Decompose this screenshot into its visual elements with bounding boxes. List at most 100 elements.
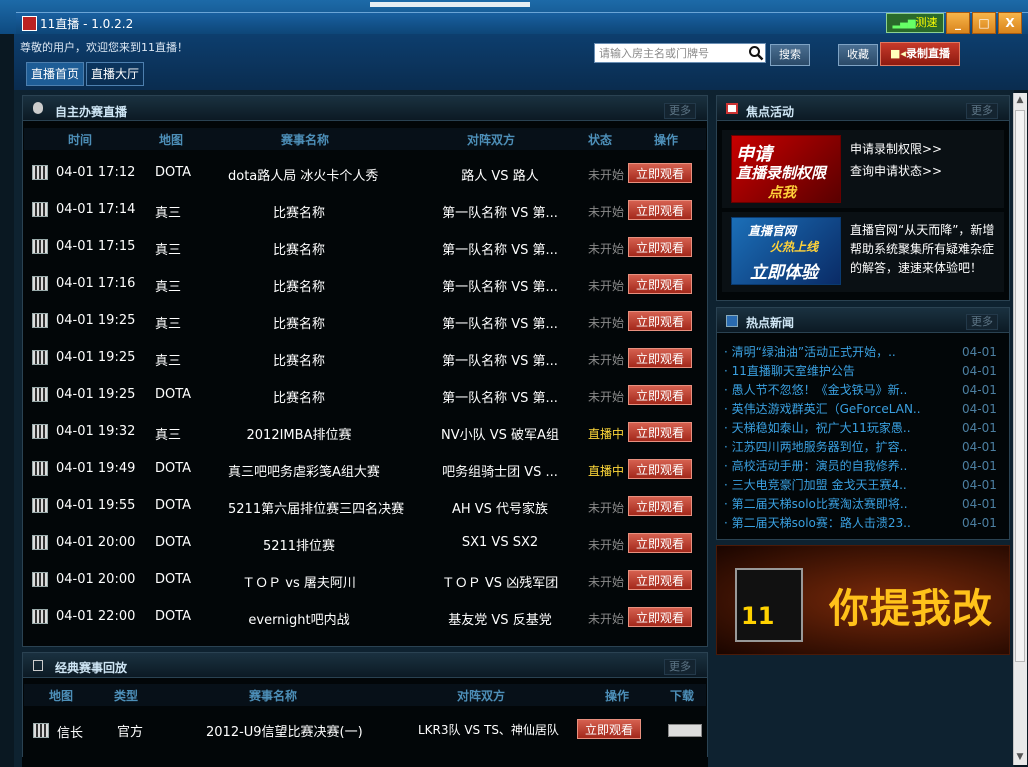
watch-now-button[interactable]: 立即观看 <box>628 385 692 405</box>
replay-col-action: 操作 <box>605 689 630 703</box>
watch-now-button[interactable]: 立即观看 <box>628 348 692 368</box>
film-icon <box>32 461 48 476</box>
watch-now-button[interactable]: 立即观看 <box>628 607 692 627</box>
news-date: 04-01 <box>962 459 997 473</box>
rss-icon <box>726 315 738 327</box>
col-map: 地图 <box>159 133 184 147</box>
film-icon <box>32 609 48 624</box>
speed-test-button[interactable]: ▂▄▆测速 <box>886 13 944 33</box>
news-item[interactable]: · 高校活动手册：演员的自我修养.. <box>724 457 924 474</box>
search-input[interactable]: 请输入房主名或门牌号 <box>594 43 766 63</box>
row-event-name: 比赛名称 <box>272 354 325 369</box>
scroll-down-arrow[interactable]: ▼ <box>1014 752 1026 764</box>
row-map: DOTA <box>155 461 192 476</box>
microphone-icon <box>33 102 43 114</box>
maximize-button[interactable]: □ <box>972 12 996 34</box>
row-status: 未开始 <box>588 501 625 515</box>
news-date: 04-01 <box>962 478 997 492</box>
row-status: 未开始 <box>588 316 625 330</box>
watch-now-button[interactable]: 立即观看 <box>628 570 692 590</box>
watch-now-button[interactable]: 立即观看 <box>628 311 692 331</box>
film-icon <box>33 723 49 738</box>
col-teams: 对阵双方 <box>467 133 516 147</box>
replay-more-link[interactable]: 更多 <box>664 659 696 675</box>
col-status: 状态 <box>588 133 613 147</box>
film-icon <box>32 498 48 513</box>
row-map: DOTA <box>155 572 192 587</box>
search-icon[interactable] <box>748 45 764 61</box>
hot-news-more-link[interactable]: 更多 <box>966 314 998 330</box>
replay-map: 信长 <box>57 726 84 741</box>
news-date: 04-01 <box>962 440 997 454</box>
replay-type: 官方 <box>117 725 144 740</box>
row-map: 真三 <box>155 243 182 258</box>
news-date: 04-01 <box>962 364 997 378</box>
watch-now-button[interactable]: 立即观看 <box>628 422 692 442</box>
row-status: 未开始 <box>588 353 625 367</box>
watch-now-button[interactable]: 立即观看 <box>628 274 692 294</box>
watch-now-button[interactable]: 立即观看 <box>628 237 692 257</box>
row-teams: 基友党 VS 反基党 <box>448 613 552 628</box>
official-site-banner[interactable]: 直播官网 火热上线 立即体验 <box>731 217 841 285</box>
row-map: DOTA <box>155 387 192 402</box>
row-status: 未开始 <box>588 612 625 626</box>
row-time: 04-01 20:00 <box>56 572 136 587</box>
row-map: 真三 <box>155 280 182 295</box>
news-item[interactable]: · 三大电竞豪门加盟 金戈天王赛4.. <box>724 476 924 493</box>
record-permission-banner[interactable]: 申请 直播录制权限 点我 <box>731 135 841 203</box>
download-icon[interactable] <box>668 724 702 737</box>
news-item[interactable]: · 第二届天梯solo比赛淘汰赛即将.. <box>724 495 924 512</box>
row-event-name: 比赛名称 <box>272 317 325 332</box>
search-button[interactable]: 搜索 <box>770 44 810 66</box>
news-date: 04-01 <box>962 516 997 530</box>
tab-live-hall[interactable]: 直播大厅 <box>86 62 145 86</box>
watch-now-button[interactable]: 立即观看 <box>628 163 692 183</box>
news-item[interactable]: · 英伟达游戏群英汇（GeForceLAN.. <box>724 400 924 417</box>
news-item[interactable]: · 11直播聊天室维护公告 <box>724 362 924 379</box>
film-icon <box>32 239 48 254</box>
row-status: 未开始 <box>588 538 625 552</box>
news-item[interactable]: · 天梯稳如泰山，祝广大11玩家愚.. <box>724 419 924 436</box>
welcome-text: 尊敬的用户，欢迎您来到11直播！ <box>20 41 188 54</box>
scroll-thumb[interactable] <box>1015 110 1025 662</box>
watch-now-button[interactable]: 立即观看 <box>628 200 692 220</box>
scroll-up-arrow[interactable]: ▲ <box>1014 95 1026 107</box>
row-teams: 第一队名称 VS 第... <box>442 391 558 406</box>
ad-banner[interactable]: 11 你提我改 <box>716 545 1010 655</box>
row-time: 04-01 17:12 <box>56 165 136 180</box>
news-item[interactable]: · 江苏四川两地服务器到位，扩容.. <box>724 438 924 455</box>
row-teams: 吧务组骑士团 VS ... <box>442 465 558 480</box>
row-teams: 第一队名称 VS 第... <box>442 243 558 258</box>
film-icon <box>32 202 48 217</box>
focus-more-link[interactable]: 更多 <box>966 103 998 119</box>
record-live-button[interactable]: ■◂录制直播 <box>880 42 960 66</box>
watch-now-button[interactable]: 立即观看 <box>628 533 692 553</box>
self-live-more-link[interactable]: 更多 <box>664 103 696 119</box>
news-date: 04-01 <box>962 383 997 397</box>
replay-col-type: 类型 <box>114 689 139 703</box>
news-date: 04-01 <box>962 497 997 511</box>
favorites-button[interactable]: 收藏 <box>838 44 878 66</box>
tab-live-home[interactable]: 直播首页 <box>26 62 85 86</box>
row-time: 04-01 17:15 <box>56 239 136 254</box>
replay-watch-button[interactable]: 立即观看 <box>577 719 641 739</box>
minimize-button[interactable]: _ <box>946 12 970 34</box>
row-time: 04-01 19:49 <box>56 461 136 476</box>
row-time: 04-01 19:25 <box>56 350 136 365</box>
row-time: 04-01 22:00 <box>56 609 136 624</box>
book-icon <box>726 103 738 114</box>
close-button[interactable]: X <box>998 12 1022 34</box>
news-item[interactable]: · 第二届天梯solo赛：路人击溃23.. <box>724 514 924 531</box>
check-status-link[interactable]: 查询申请状态>> <box>850 162 942 179</box>
watch-now-button[interactable]: 立即观看 <box>628 496 692 516</box>
apply-record-link[interactable]: 申请录制权限>> <box>850 140 942 157</box>
replay-col-name: 赛事名称 <box>249 689 298 703</box>
col-event-name: 赛事名称 <box>281 133 330 147</box>
watch-now-button[interactable]: 立即观看 <box>628 459 692 479</box>
row-status: 未开始 <box>588 390 625 404</box>
row-teams: 路人 VS 路人 <box>461 169 539 184</box>
row-event-name: 比赛名称 <box>272 391 325 406</box>
news-item[interactable]: · 清明“绿油油”活动正式开始，.. <box>724 343 924 360</box>
news-item[interactable]: · 愚人节不忽悠！《金戈铁马》新.. <box>724 381 924 398</box>
row-event-name: ＴＯＰ vs 屠夫阿川 <box>242 576 356 591</box>
